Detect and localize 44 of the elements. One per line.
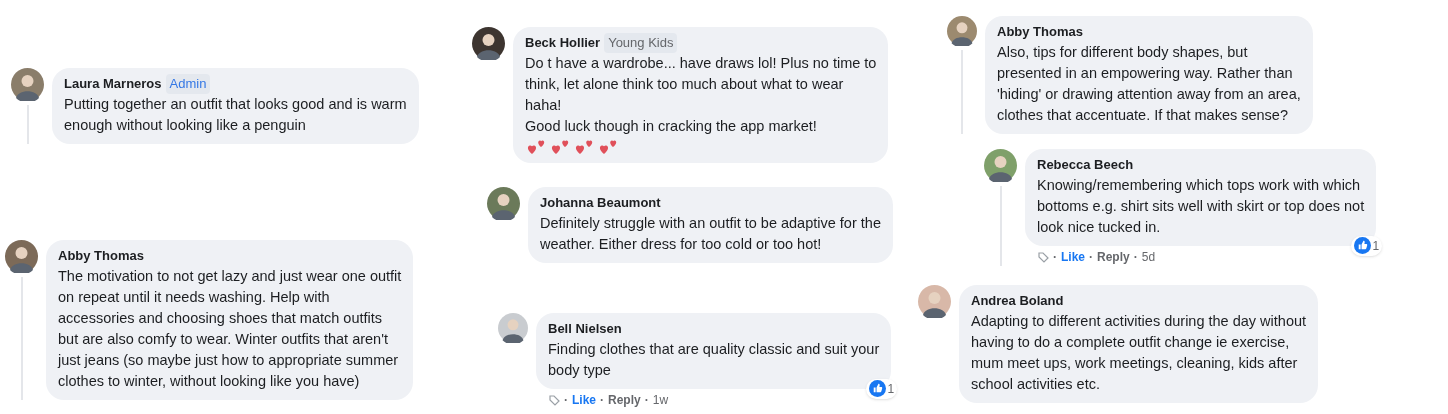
avatar[interactable] — [498, 313, 528, 343]
role-tag: Admin — [165, 74, 211, 94]
commenter-name[interactable]: Andrea Boland — [971, 291, 1064, 311]
commenter-name[interactable]: Rebecca Beech — [1037, 155, 1134, 175]
like-link[interactable]: Like — [1061, 247, 1085, 266]
commenter-name[interactable]: Abby Thomas — [58, 246, 144, 266]
tag-icon — [548, 393, 560, 406]
avatar[interactable] — [984, 149, 1017, 182]
commenter-name[interactable]: Beck Hollier — [525, 33, 601, 53]
separator-dot: · — [564, 391, 568, 409]
avatar[interactable] — [472, 27, 505, 60]
avatar[interactable] — [918, 285, 951, 318]
role-tag: Young Kids — [604, 33, 678, 53]
commenter-name[interactable]: Johanna Beaumont — [540, 193, 661, 213]
avatar[interactable] — [947, 16, 977, 46]
reply-link[interactable]: Reply — [608, 390, 641, 409]
comment-text: Definitely struggle with an outfit to be adaptive for the weather. Either dress for too cold or too hot! — [540, 213, 881, 254]
comment-text: The motivation to not get lazy and just wear one outfit on repeat until it needs washing. Help with accessories and choosing shoes that match outfits but are also comfy to wear. Winter outfits that aren't just jeans (so maybe just how to appropriate summer clothes to winter, without looking like you have) — [58, 266, 402, 391]
thumbs-up-icon — [868, 380, 886, 397]
comment-time: 1w — [652, 391, 669, 409]
commenter-name[interactable]: Laura Marneros — [64, 74, 162, 94]
separator-dot: · — [1053, 248, 1057, 266]
separator-dot: · — [1089, 248, 1093, 266]
reaction-count[interactable]: 1 — [865, 378, 898, 399]
avatar[interactable] — [487, 187, 520, 220]
comment-text: Do t have a wardrobe... have draws lol! Plus no time to think, let alone think too much about what to wear haha! Good luck though in cracking the app market! — [525, 53, 877, 136]
separator-dot: · — [644, 391, 649, 409]
comment-text: Knowing/remembering which tops work with which bottoms e.g. shirt sits well with skirt or top does not look nice tucked in. — [1037, 175, 1365, 237]
avatar[interactable] — [11, 68, 44, 101]
avatar[interactable] — [5, 240, 38, 273]
thumbs-up-icon — [1353, 237, 1371, 254]
comment-time: 5d — [1141, 248, 1156, 266]
comment-text: Finding clothes that are quality classic and suit your body type — [548, 339, 880, 380]
comment-text: Adapting to different activities during the day without having to do a complete outfit change ie exercise, mum meet ups, work meetings, cleaning, kids after school activities etc. — [971, 311, 1307, 394]
separator-dot: · — [600, 391, 604, 409]
separator-dot: · — [1133, 248, 1138, 266]
reaction-count[interactable]: 1 — [1350, 235, 1383, 256]
commenter-name[interactable]: Abby Thomas — [997, 22, 1083, 42]
comment-text: Also, tips for different body shapes, but presented in an empowering way. Rather than 'hiding' or drawing attention away from an area, clothes that accentuate. If that makes sense? — [997, 42, 1301, 125]
reply-link[interactable]: Reply — [1097, 247, 1130, 266]
commenter-name[interactable]: Bell Nielsen — [548, 319, 622, 339]
tag-icon — [1037, 250, 1049, 263]
like-link[interactable]: Like — [572, 390, 596, 409]
comment-text: Putting together an outfit that looks good and is warm enough without looking like a penguin — [64, 94, 407, 135]
